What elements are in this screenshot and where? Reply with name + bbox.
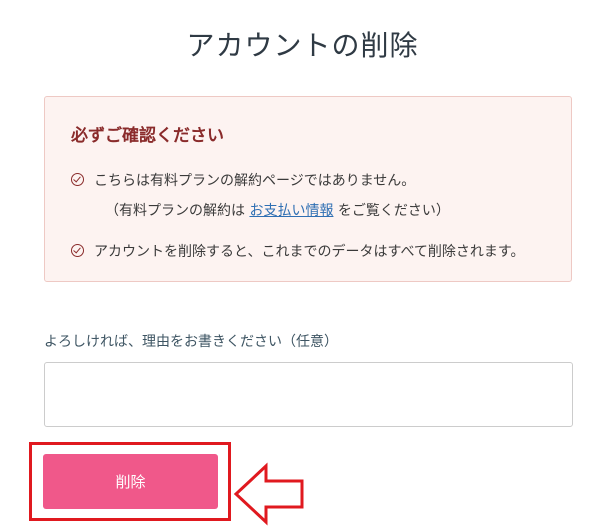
notice-sub-prefix: （有料プランの解約は bbox=[105, 203, 250, 219]
delete-button[interactable]: 削除 bbox=[43, 454, 218, 509]
reason-label: よろしければ、理由をお書きください（任意） bbox=[44, 334, 338, 350]
account-delete-page: アカウントの削除 必ずご確認ください こちらは有料プランの解約ページではありませ… bbox=[0, 0, 605, 531]
notice-item-text: アカウントを削除すると、これまでのデータはすべて削除されます。 bbox=[94, 244, 525, 260]
left-arrow-icon bbox=[233, 462, 304, 526]
reason-input[interactable] bbox=[44, 362, 573, 427]
page-title: アカウントの削除 bbox=[186, 29, 419, 62]
notice-item-data-deleted: アカウントを削除すると、これまでのデータはすべて削除されます。 bbox=[71, 241, 525, 261]
notice-sub-suffix: をご覧ください） bbox=[333, 203, 450, 219]
notice-title: 必ずご確認ください bbox=[71, 126, 224, 146]
payment-info-link[interactable]: お支払い情報 bbox=[249, 203, 333, 219]
notice-item-text: こちらは有料プランの解約ページではありません。 bbox=[94, 173, 416, 189]
confirmation-notice: 必ずご確認ください こちらは有料プランの解約ページではありません。 （有料プラン… bbox=[44, 96, 572, 282]
check-circle-icon bbox=[71, 173, 84, 186]
check-circle-icon bbox=[71, 244, 84, 257]
notice-item-not-cancel-page: こちらは有料プランの解約ページではありません。 bbox=[71, 170, 415, 190]
notice-item-sub: （有料プランの解約は お支払い情報 をご覧ください） bbox=[105, 200, 450, 220]
